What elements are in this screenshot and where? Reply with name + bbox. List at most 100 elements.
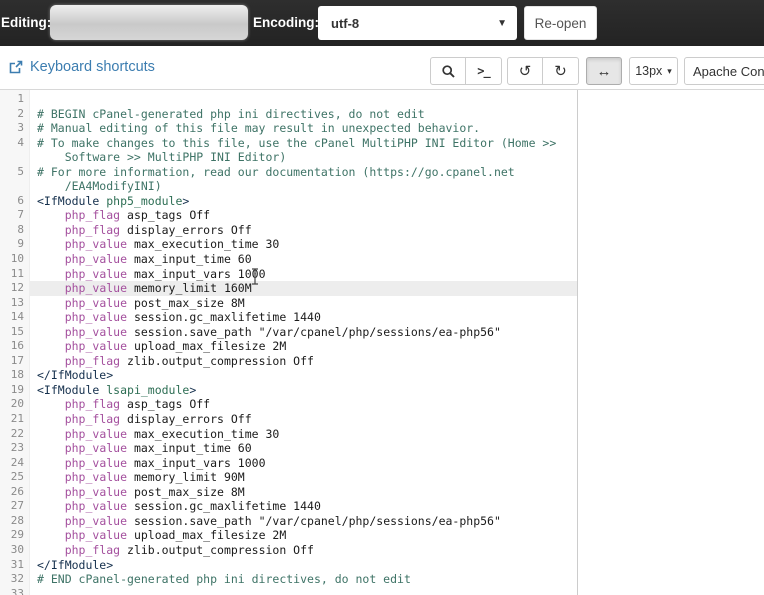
code-line[interactable]: php_value max_execution_time 30 xyxy=(30,427,577,442)
code-line[interactable]: php_value max_input_vars 1000 xyxy=(30,267,577,282)
code-line[interactable]: php_value memory_limit 90M xyxy=(30,470,577,485)
line-number-gutter: 1234567891011121314151617181920212223242… xyxy=(0,90,30,595)
code-line[interactable]: php_value upload_max_filesize 2M xyxy=(30,528,577,543)
code-token: # For more information, read our documen… xyxy=(37,165,515,179)
code-token: <IfModule xyxy=(37,194,106,208)
code-token: upload_max_filesize 2M xyxy=(127,528,286,542)
code-token: php_flag xyxy=(65,208,120,222)
code-token: max_input_vars 1000 xyxy=(127,267,265,281)
code-line[interactable]: php_flag asp_tags Off xyxy=(30,397,577,412)
code-token: > xyxy=(182,194,189,208)
editor-topbar: Editing: Encoding: utf-8 ▼ Re-open xyxy=(0,0,764,46)
code-token xyxy=(37,528,65,542)
search-button-group: >_ xyxy=(430,57,502,85)
code-token: zlib.output_compression Off xyxy=(120,354,314,368)
code-token xyxy=(37,281,65,295)
word-wrap-toggle-button[interactable]: ↔ xyxy=(586,57,622,85)
reopen-button[interactable]: Re-open xyxy=(524,6,597,40)
code-line[interactable]: php_value max_input_vars 1000 xyxy=(30,456,577,471)
font-size-select[interactable]: 13px ▾ xyxy=(629,57,678,85)
code-token: php_flag xyxy=(65,412,120,426)
line-number: 29 xyxy=(0,528,29,543)
code-line[interactable]: # For more information, read our documen… xyxy=(30,165,577,180)
keyboard-shortcuts-link[interactable]: Keyboard shortcuts xyxy=(8,59,155,75)
code-token: asp_tags Off xyxy=(120,208,210,222)
line-number: 32 xyxy=(0,572,29,587)
line-number: 14 xyxy=(0,310,29,325)
code-line[interactable]: # Manual editing of this file may result… xyxy=(30,121,577,136)
redo-icon: ↻ xyxy=(554,62,567,80)
code-token xyxy=(37,296,65,310)
line-number: 21 xyxy=(0,412,29,427)
code-token: upload_max_filesize 2M xyxy=(127,339,286,353)
code-token: php_value xyxy=(65,339,127,353)
code-line[interactable]: php_value memory_limit 160M xyxy=(30,281,577,296)
code-line[interactable]: # END cPanel-generated php ini directive… xyxy=(30,572,577,587)
code-line[interactable]: php_value post_max_size 8M xyxy=(30,296,577,311)
code-line[interactable] xyxy=(30,587,577,595)
word-wrap-icon: ↔ xyxy=(597,63,612,80)
code-token: Software >> MultiPHP INI Editor) xyxy=(37,150,286,164)
undo-icon: ↺ xyxy=(519,62,532,80)
line-number: 31 xyxy=(0,558,29,573)
line-number: 22 xyxy=(0,427,29,442)
line-number: 2 xyxy=(0,107,29,122)
code-line[interactable]: php_value post_max_size 8M xyxy=(30,485,577,500)
code-line[interactable]: </IfModule> xyxy=(30,368,577,383)
encoding-select[interactable]: utf-8 ▼ xyxy=(318,6,517,40)
editor-page: Editing: Encoding: utf-8 ▼ Re-open Keybo… xyxy=(0,0,764,595)
editor-right-divider xyxy=(577,90,578,595)
code-line[interactable]: # BEGIN cPanel-generated php ini directi… xyxy=(30,107,577,122)
code-line[interactable]: # To make changes to this file, use the … xyxy=(30,136,577,151)
code-line[interactable]: php_flag display_errors Off xyxy=(30,223,577,238)
code-line[interactable] xyxy=(30,92,577,107)
code-token: php_value xyxy=(65,441,127,455)
code-line[interactable]: php_value max_input_time 60 xyxy=(30,252,577,267)
code-token xyxy=(37,223,65,237)
code-token xyxy=(37,543,65,557)
code-token: php_value xyxy=(65,281,127,295)
terminal-button[interactable]: >_ xyxy=(466,57,502,85)
code-line[interactable]: php_flag zlib.output_compression Off xyxy=(30,543,577,558)
code-token: php_value xyxy=(65,237,127,251)
code-line[interactable]: php_value upload_max_filesize 2M xyxy=(30,339,577,354)
line-number: 1 xyxy=(0,92,29,107)
code-line[interactable]: php_value max_input_time 60 xyxy=(30,441,577,456)
code-line[interactable]: php_value session.gc_maxlifetime 1440 xyxy=(30,310,577,325)
line-number: 6 xyxy=(0,194,29,209)
line-number xyxy=(0,179,29,194)
code-token xyxy=(37,267,65,281)
line-number: 24 xyxy=(0,456,29,471)
line-number: 19 xyxy=(0,383,29,398)
code-line[interactable]: </IfModule> xyxy=(30,558,577,573)
code-token: php_value xyxy=(65,310,127,324)
code-line[interactable]: php_value session.save_path "/var/cpanel… xyxy=(30,325,577,340)
filename-field[interactable] xyxy=(50,5,248,40)
code-line[interactable]: php_value session.save_path "/var/cpanel… xyxy=(30,514,577,529)
syntax-select[interactable]: Apache Con xyxy=(684,57,764,85)
code-token: max_execution_time 30 xyxy=(127,237,279,251)
line-number: 16 xyxy=(0,339,29,354)
code-line[interactable]: php_flag asp_tags Off xyxy=(30,208,577,223)
code-line[interactable]: php_value session.gc_maxlifetime 1440 xyxy=(30,499,577,514)
redo-button[interactable]: ↻ xyxy=(543,57,579,85)
code-line[interactable]: php_flag display_errors Off xyxy=(30,412,577,427)
code-line[interactable]: /EA4ModifyINI) xyxy=(30,179,577,194)
code-line[interactable]: <IfModule php5_module> xyxy=(30,194,577,209)
code-token: php_value xyxy=(65,499,127,513)
search-button[interactable] xyxy=(430,57,466,85)
code-area[interactable]: # BEGIN cPanel-generated php ini directi… xyxy=(30,90,577,595)
code-token: # BEGIN cPanel-generated php ini directi… xyxy=(37,107,425,121)
code-token: # Manual editing of this file may result… xyxy=(37,121,480,135)
code-token: max_execution_time 30 xyxy=(127,427,279,441)
code-line[interactable]: Software >> MultiPHP INI Editor) xyxy=(30,150,577,165)
line-number: 15 xyxy=(0,325,29,340)
line-number: 20 xyxy=(0,397,29,412)
code-token: display_errors Off xyxy=(120,223,252,237)
code-line[interactable]: php_value max_execution_time 30 xyxy=(30,237,577,252)
code-line[interactable]: <IfModule lsapi_module> xyxy=(30,383,577,398)
undo-button[interactable]: ↺ xyxy=(507,57,543,85)
code-line[interactable]: php_flag zlib.output_compression Off xyxy=(30,354,577,369)
code-token: php_flag xyxy=(65,543,120,557)
editing-label: Editing: xyxy=(1,15,51,30)
